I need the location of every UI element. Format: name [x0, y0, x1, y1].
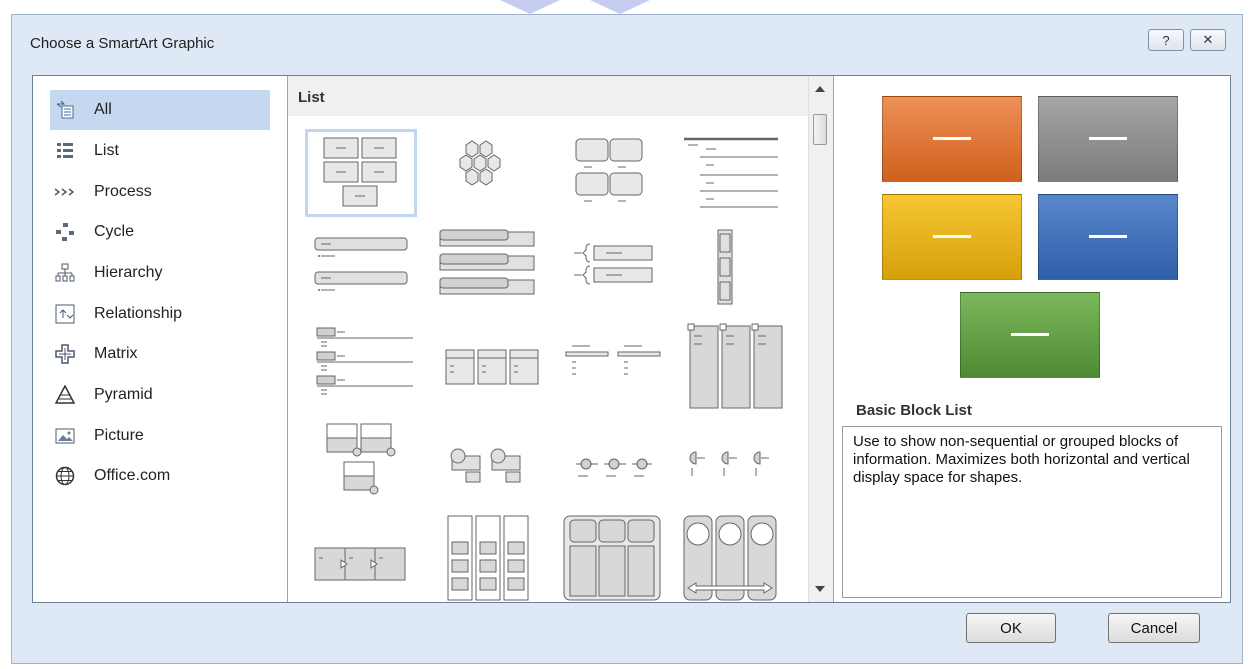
thumbnail-picture-caption-list[interactable] — [305, 418, 417, 506]
category-label: All — [94, 101, 112, 118]
thumbnail-pie-label-list[interactable] — [680, 418, 792, 506]
gallery-scrollbar[interactable] — [808, 76, 833, 602]
category-label: Cycle — [94, 223, 135, 240]
category-label: Picture — [94, 427, 144, 444]
category-matrix[interactable]: Matrix — [50, 334, 270, 374]
category-label: Relationship — [94, 305, 183, 322]
thumbnail-lined-bullet-list[interactable] — [305, 322, 417, 410]
smartart-dialog: Choose a SmartArt Graphic ? ✕ All List P… — [11, 14, 1243, 664]
relationship-icon — [54, 303, 76, 325]
thumbnail-bullet-list-a[interactable] — [305, 226, 417, 314]
dialog-body: All List Process Cycle Hierarchy Relatio… — [32, 75, 1231, 603]
list-icon — [54, 140, 76, 162]
gallery-section-title: List — [298, 89, 325, 106]
category-process[interactable]: Process — [50, 172, 270, 212]
hierarchy-icon — [54, 262, 76, 284]
preview-block-yellow — [882, 194, 1022, 280]
matrix-icon — [54, 343, 76, 365]
thumbnail-arrow-process-list[interactable] — [305, 514, 417, 602]
thumbnail-stacked-list[interactable] — [436, 514, 548, 602]
thumbnail-lined-list[interactable] — [680, 129, 792, 217]
category-label: Matrix — [94, 345, 138, 362]
pyramid-icon — [54, 384, 76, 406]
all-icon — [54, 99, 76, 121]
close-button[interactable]: ✕ — [1190, 29, 1226, 51]
thumbnail-dot-list[interactable] — [562, 418, 674, 506]
thumbnail-vertical-bullet-columns[interactable] — [680, 322, 792, 410]
category-list: All List Process Cycle Hierarchy Relatio… — [33, 76, 288, 602]
scroll-up-arrow-icon[interactable] — [815, 86, 825, 92]
preview-block-blue — [1038, 194, 1178, 280]
category-label: List — [94, 142, 119, 159]
scrollbar-thumb[interactable] — [813, 114, 827, 145]
category-cycle[interactable]: Cycle — [50, 212, 270, 252]
category-all[interactable]: All — [50, 90, 270, 130]
thumbnail-hexagon-list[interactable] — [436, 129, 548, 217]
preview-block-green — [960, 292, 1100, 378]
category-label: Office.com — [94, 467, 171, 484]
ok-button[interactable]: OK — [966, 613, 1056, 643]
cycle-icon — [54, 221, 76, 243]
category-list-item[interactable]: List — [50, 131, 270, 171]
cancel-button[interactable]: Cancel — [1108, 613, 1200, 643]
thumbnail-vertical-box-list[interactable] — [680, 226, 792, 314]
picture-icon — [54, 425, 76, 447]
category-label: Hierarchy — [94, 264, 163, 281]
help-icon: ? — [1162, 32, 1170, 48]
process-icon — [54, 181, 76, 203]
preview-description: Use to show non-sequential or grouped bl… — [842, 426, 1222, 598]
category-label: Process — [94, 183, 152, 200]
category-office-com[interactable]: Office.com — [50, 456, 270, 496]
close-icon: ✕ — [1202, 32, 1214, 47]
scroll-down-arrow-icon[interactable] — [815, 586, 825, 592]
preview-block-gray — [1038, 96, 1178, 182]
dialog-title: Choose a SmartArt Graphic — [30, 35, 215, 52]
thumbnail-basic-block-list[interactable] — [305, 129, 417, 217]
category-relationship[interactable]: Relationship — [50, 294, 270, 334]
thumbnail-bullet-list-b[interactable] — [436, 226, 548, 314]
help-button[interactable]: ? — [1148, 29, 1184, 51]
thumbnail-bracket-list[interactable] — [562, 226, 674, 314]
thumbnail-table-list[interactable] — [436, 322, 548, 410]
category-label: Pyramid — [94, 386, 153, 403]
preview-pane: Basic Block List Use to show non-sequent… — [833, 76, 1231, 602]
preview-layout-name: Basic Block List — [856, 402, 972, 419]
thumbnail-horizontal-block-list[interactable] — [562, 514, 674, 602]
layout-gallery: List — [288, 76, 808, 602]
thumbnail-grouped-block-list[interactable] — [562, 129, 674, 217]
top-watermark-decoration — [500, 0, 650, 14]
category-picture[interactable]: Picture — [50, 416, 270, 456]
globe-icon — [54, 465, 76, 487]
thumbnail-circle-arrow-list[interactable] — [680, 514, 792, 602]
preview-block-orange — [882, 96, 1022, 182]
gallery-section-header: List — [288, 76, 808, 116]
thumbnail-hierarchy-list[interactable] — [562, 322, 674, 410]
category-hierarchy[interactable]: Hierarchy — [50, 253, 270, 293]
category-pyramid[interactable]: Pyramid — [50, 375, 270, 415]
thumbnail-circle-label-list[interactable] — [436, 418, 548, 506]
